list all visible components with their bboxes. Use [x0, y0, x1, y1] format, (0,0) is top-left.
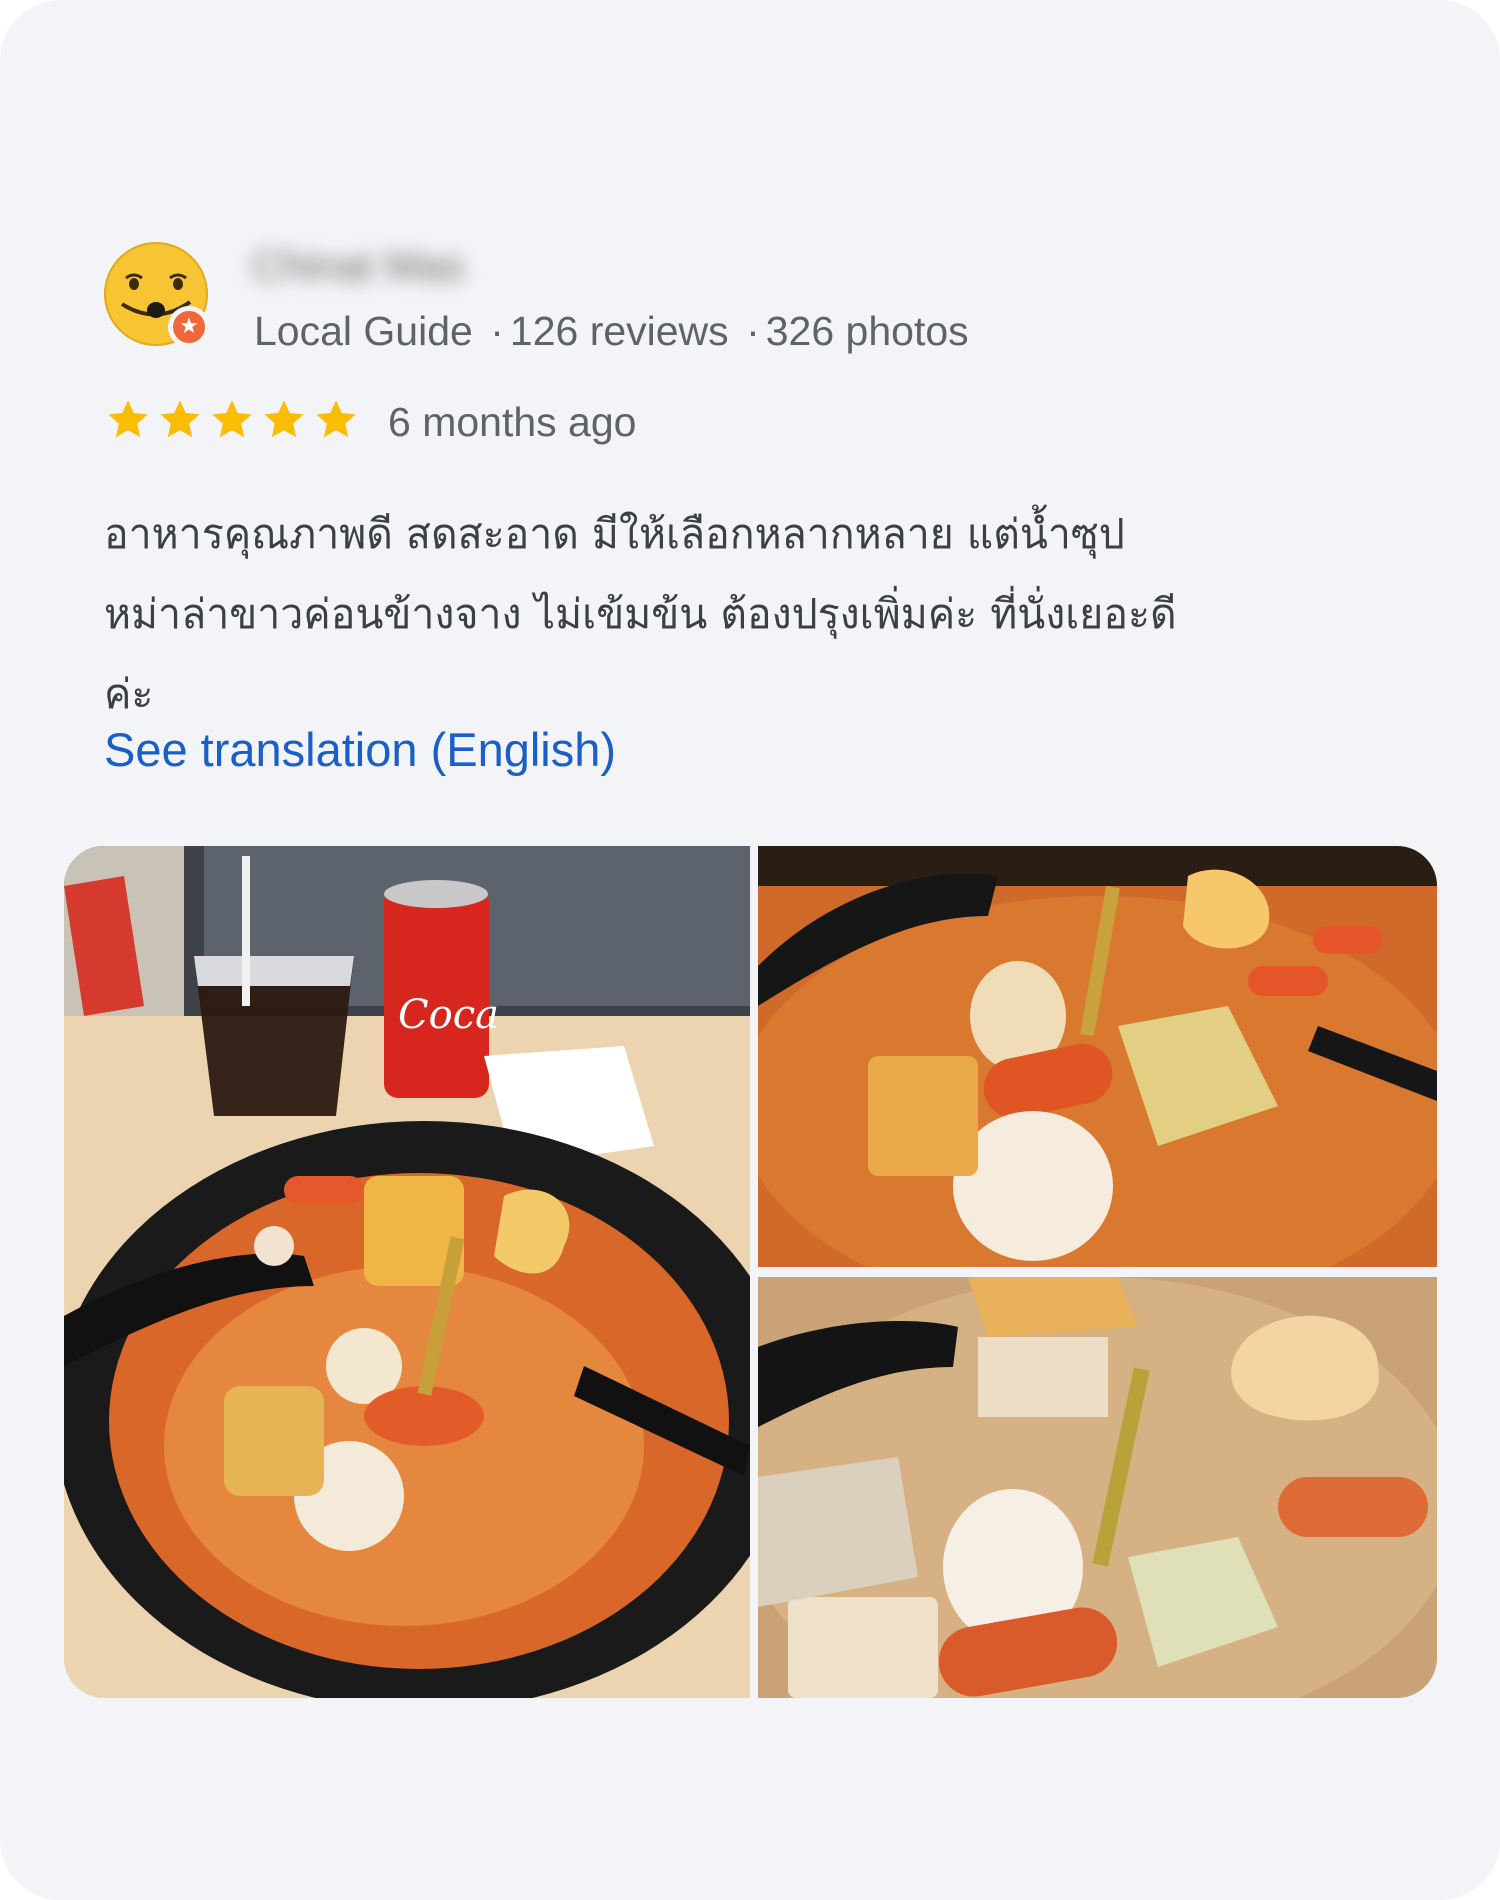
review-card: ★ Chinat Mas Local Guide · 126 reviews · 3… — [0, 0, 1500, 1900]
svg-text:Coca: Coca — [398, 992, 499, 1038]
reviewer-avatar[interactable]: ★ — [104, 242, 210, 348]
reviewer-name[interactable]: Chinat Mas — [252, 240, 512, 292]
review-text: อาหารคุณภาพดี สดสะอาด มีให้เลือกหลากหลาย… — [104, 494, 1404, 734]
photo-malatang-bowl-with-drinks[interactable]: Coca — [64, 846, 750, 1698]
photo-count: 326 photos — [765, 308, 969, 354]
star-icon — [160, 400, 200, 438]
review-text-line: หม่าล่าขาวค่อนข้างจาง ไม่เข้มข้น ต้องปรุ… — [104, 590, 1177, 638]
photo-malatang-closeup-spicy[interactable] — [758, 846, 1437, 1267]
star-rating — [104, 396, 360, 448]
star-icon — [316, 400, 356, 438]
star-icon — [264, 400, 304, 438]
review-date: 6 months ago — [388, 399, 637, 445]
review-count: 126 reviews — [509, 308, 729, 354]
star-icon — [212, 400, 252, 438]
review-text-line: อาหารคุณภาพดี สดสะอาด มีให้เลือกหลากหลาย… — [104, 510, 1125, 558]
reviewer-meta: Local Guide · 126 reviews · 326 photos — [254, 305, 969, 357]
see-translation-link[interactable]: See translation (English) — [104, 722, 616, 778]
review-photos: Coca — [64, 846, 1437, 1698]
local-guide-star-badge-icon: ★ — [168, 306, 210, 348]
meta-separator: · — [746, 308, 760, 354]
meta-separator: · — [490, 308, 504, 354]
photo-malatang-closeup-egg[interactable] — [758, 1277, 1437, 1698]
star-icon — [108, 400, 148, 438]
reviewer-level[interactable]: Local Guide — [254, 308, 473, 354]
